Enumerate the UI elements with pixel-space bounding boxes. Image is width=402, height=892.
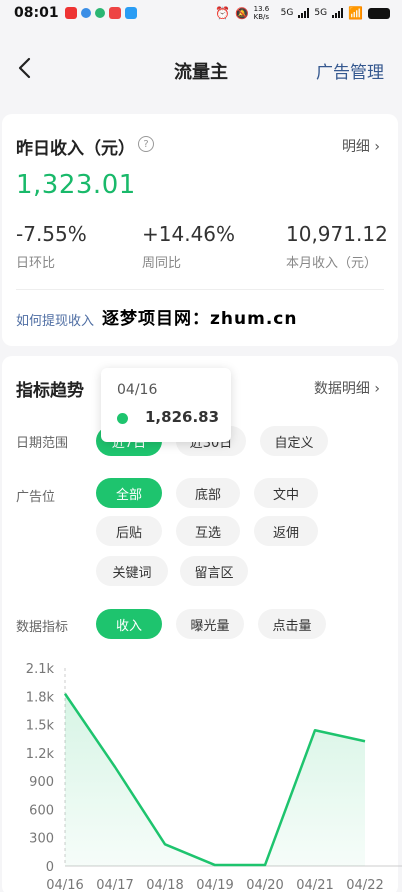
stat-day-over-day: -7.55% 日环比 bbox=[16, 222, 87, 271]
income-detail-link[interactable]: 明细 › bbox=[342, 136, 380, 156]
chip-impressions[interactable]: 曝光量 bbox=[176, 609, 244, 639]
ad-management-button[interactable]: 广告管理 bbox=[316, 58, 384, 83]
income-card: 昨日收入（元） ? 明细 › 1,323.01 -7.55% 日环比 +14.4… bbox=[2, 114, 398, 346]
chip-clicks[interactable]: 点击量 bbox=[258, 609, 326, 639]
signal-icon-1 bbox=[298, 8, 310, 18]
date-range-label: 日期范围 bbox=[16, 436, 69, 451]
status-time: 08:01 bbox=[14, 5, 59, 21]
battery-icon bbox=[368, 7, 390, 19]
chip-rebate[interactable]: 返佣 bbox=[254, 516, 318, 546]
stat-value: 10,971.12 bbox=[286, 222, 388, 246]
chip-comment-area[interactable]: 留言区 bbox=[180, 556, 248, 586]
recycle-icon bbox=[94, 8, 105, 18]
divider bbox=[16, 289, 384, 290]
y-tick-label: 0 bbox=[46, 860, 54, 875]
chip-all[interactable]: 全部 bbox=[96, 478, 162, 508]
income-detail-label: 明细 bbox=[341, 139, 370, 155]
watermark-text: 逐梦项目网：zhum.cn bbox=[102, 309, 298, 329]
alarm-icon: ⏰ bbox=[214, 6, 230, 20]
chip-mutual-select[interactable]: 互选 bbox=[176, 516, 240, 546]
stat-month-income: 10,971.12 本月收入（元） bbox=[286, 222, 388, 271]
chip-bottom[interactable]: 底部 bbox=[176, 478, 240, 508]
stat-label: 日环比 bbox=[16, 256, 56, 271]
yesterday-income-amount: 1,323.01 bbox=[16, 170, 136, 200]
y-tick-label: 1.5k bbox=[26, 719, 55, 734]
stat-value: -7.55% bbox=[16, 222, 87, 246]
data-detail-link[interactable]: 数据明细 › bbox=[314, 378, 380, 398]
weather-icon bbox=[80, 8, 91, 18]
trend-title: 指标趋势 bbox=[16, 381, 84, 401]
y-tick-label: 600 bbox=[29, 803, 54, 818]
status-bar: 08:01 ⏰ 🔕 13.6 KB/s 5G 5G 📶 bbox=[0, 0, 402, 26]
chip-custom-range[interactable]: 自定义 bbox=[260, 426, 328, 456]
stat-label: 本月收入（元） bbox=[286, 256, 378, 271]
tooltip-date: 04/16 bbox=[117, 382, 158, 398]
income-trend-chart[interactable]: 0 300 600 900 1.2k 1.5k 1.8k 2.1k 04/16 04/17 04/1… bbox=[0, 652, 402, 892]
game-app-icon bbox=[108, 7, 121, 19]
y-tick-label: 900 bbox=[29, 775, 54, 790]
app-notification-icon bbox=[64, 7, 77, 19]
y-tick-label: 1.2k bbox=[26, 747, 55, 762]
withdraw-help-link[interactable]: 如何提现收入 bbox=[16, 310, 94, 329]
x-tick-label: 04/21 bbox=[296, 878, 333, 892]
wifi-icon: 📶 bbox=[348, 6, 363, 20]
message-app-icon bbox=[124, 7, 137, 19]
y-tick-label: 300 bbox=[29, 832, 54, 847]
x-tick-label: 04/22 bbox=[346, 878, 383, 892]
net-speed: 13.6 KB/s bbox=[253, 5, 270, 21]
signal-icon-2 bbox=[332, 8, 344, 18]
status-right: ⏰ 🔕 13.6 KB/s 5G 5G 📶 bbox=[215, 5, 390, 21]
x-tick-label: 04/20 bbox=[246, 878, 283, 892]
ad-slot-label: 广告位 bbox=[16, 490, 56, 505]
y-tick-label: 2.1k bbox=[26, 662, 55, 677]
tooltip-value: 1,826.83 bbox=[145, 408, 220, 426]
x-tick-label: 04/19 bbox=[196, 878, 233, 892]
chip-in-article[interactable]: 文中 bbox=[254, 478, 318, 508]
chevron-right-icon: › bbox=[374, 139, 380, 155]
x-tick-label: 04/18 bbox=[146, 878, 183, 892]
chip-income[interactable]: 收入 bbox=[96, 609, 162, 639]
tooltip-series-dot bbox=[117, 413, 128, 424]
data-detail-label: 数据明细 bbox=[313, 381, 370, 397]
nav-bar: 流量主 广告管理 bbox=[0, 40, 402, 96]
x-tick-label: 04/16 bbox=[46, 878, 83, 892]
chip-keyword[interactable]: 关键词 bbox=[96, 556, 168, 586]
income-title: 昨日收入（元） bbox=[16, 139, 135, 159]
stat-week-over-week: +14.46% 周同比 bbox=[142, 222, 235, 271]
metric-label: 数据指标 bbox=[16, 620, 69, 635]
signal-label-1: 5G bbox=[280, 8, 294, 18]
mute-icon: 🔕 bbox=[234, 6, 249, 20]
x-tick-label: 04/17 bbox=[96, 878, 133, 892]
chart-tooltip: 04/16 1,826.83 bbox=[101, 368, 231, 442]
series-area bbox=[65, 693, 365, 866]
help-icon[interactable]: ? bbox=[138, 136, 154, 152]
chevron-right-icon: › bbox=[374, 381, 380, 397]
chip-post-roll[interactable]: 后贴 bbox=[96, 516, 162, 546]
y-tick-label: 1.8k bbox=[26, 690, 55, 705]
stat-label: 周同比 bbox=[142, 256, 182, 271]
stat-value: +14.46% bbox=[142, 222, 236, 246]
signal-label-2: 5G bbox=[314, 8, 328, 18]
